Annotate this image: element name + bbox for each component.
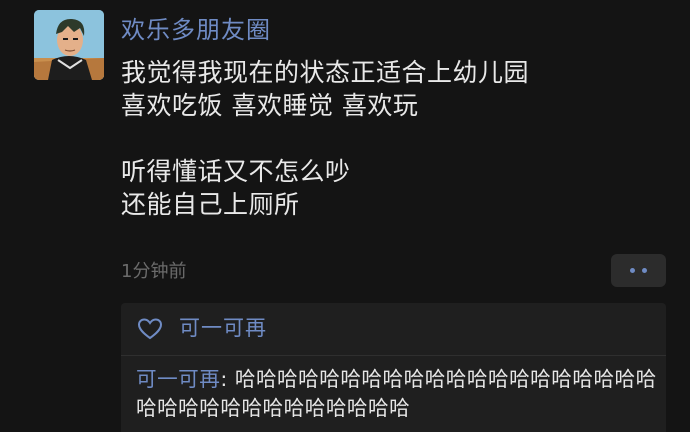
post-text-line: 我觉得我现在的状态正适合上幼儿园: [121, 58, 530, 87]
more-button[interactable]: [611, 254, 666, 287]
post-text-line: 还能自己上厕所: [121, 190, 300, 219]
comment-author[interactable]: 可一可再: [136, 367, 220, 391]
comment[interactable]: 可一可再: 哈哈哈哈哈哈哈哈哈哈哈哈哈哈哈哈哈哈哈哈哈哈哈哈哈哈哈哈哈哈哈哈哈: [136, 365, 664, 423]
heart-icon: [137, 318, 163, 340]
more-dots-icon: [642, 268, 647, 273]
liker-name[interactable]: 可一可再: [179, 313, 267, 343]
likes-row: 可一可再: [121, 303, 666, 356]
interaction-panel: 可一可再 可一可再: 哈哈哈哈哈哈哈哈哈哈哈哈哈哈哈哈哈哈哈哈哈哈哈哈哈哈哈哈哈…: [121, 303, 666, 432]
more-dots-icon: [630, 268, 635, 273]
anime-character-avatar: [34, 10, 104, 80]
avatar[interactable]: [34, 10, 104, 80]
post-timestamp: 1分钟前: [121, 261, 187, 282]
post-author-name[interactable]: 欢乐多朋友圈: [121, 14, 271, 46]
post-text-line: 听得懂话又不怎么吵: [121, 157, 351, 186]
post-text-line: [121, 122, 661, 155]
comment-separator: :: [220, 367, 235, 391]
post-text-line: 喜欢吃饭 喜欢睡觉 喜欢玩: [121, 91, 419, 120]
post-text: 我觉得我现在的状态正适合上幼儿园 喜欢吃饭 喜欢睡觉 喜欢玩 听得懂话又不怎么吵…: [121, 56, 661, 221]
